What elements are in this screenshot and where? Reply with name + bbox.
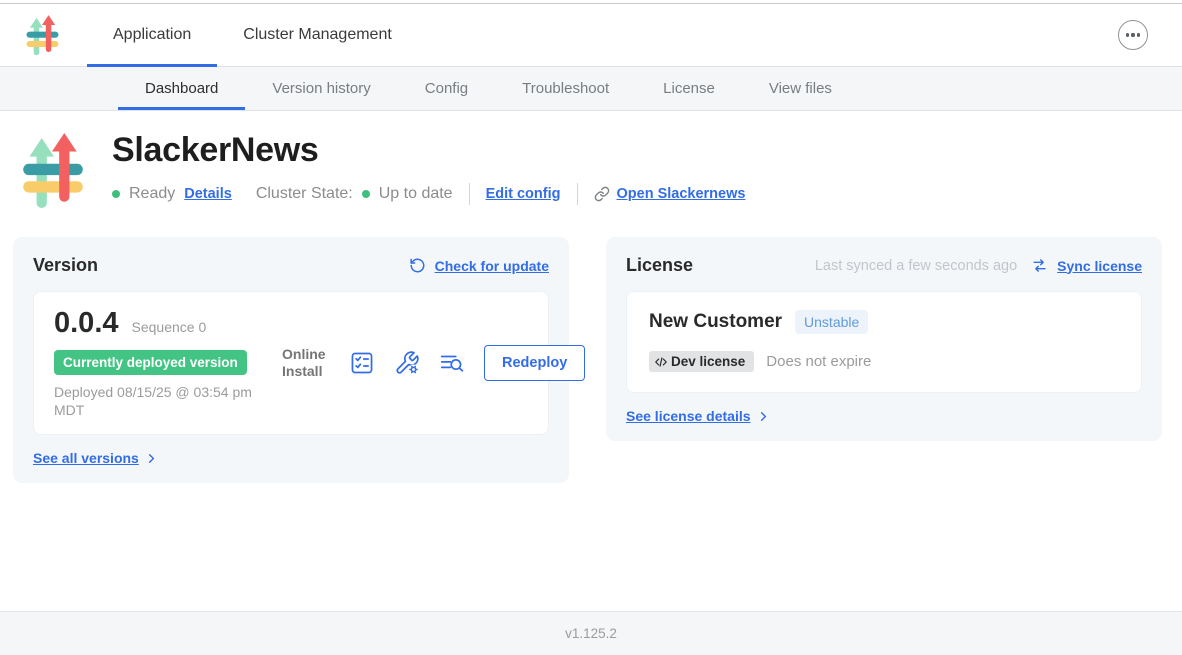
license-type-badge: Dev license	[649, 351, 754, 372]
version-number: 0.0.4	[54, 307, 119, 340]
subnav-dashboard[interactable]: Dashboard	[118, 67, 245, 110]
chevron-right-icon	[145, 452, 158, 465]
edit-config-button[interactable]	[394, 350, 420, 376]
cluster-state-value: Up to date	[379, 185, 453, 203]
install-type-label: Online Install	[282, 346, 330, 381]
page-title: SlackerNews	[112, 131, 745, 170]
divider	[577, 183, 578, 205]
wrench-gear-icon	[394, 350, 420, 376]
top-navbar: Application Cluster Management	[0, 4, 1182, 67]
sync-arrows-icon	[1031, 257, 1048, 274]
see-license-details-link[interactable]: See license details	[626, 408, 751, 424]
deployed-timestamp: Deployed 08/15/25 @ 03:54 pm MDT	[54, 383, 269, 419]
see-all-versions-link[interactable]: See all versions	[33, 450, 139, 466]
open-app-link-label: Open Slackernews	[617, 186, 746, 202]
ellipsis-icon	[1126, 33, 1141, 36]
status-details-link[interactable]: Details	[184, 186, 232, 202]
preflight-checks-button[interactable]	[349, 350, 375, 376]
code-icon	[654, 355, 668, 369]
edit-config-link[interactable]: Edit config	[486, 186, 561, 202]
license-card-title: License	[626, 255, 693, 276]
expiration-text: Does not expire	[766, 353, 871, 370]
customer-name: New Customer	[649, 311, 782, 333]
subnav-troubleshoot[interactable]: Troubleshoot	[495, 67, 636, 110]
current-version-panel: 0.0.4 Sequence 0 Currently deployed vers…	[33, 291, 549, 435]
app-header: SlackerNews Ready Details Cluster State:…	[0, 111, 1182, 209]
redeploy-button[interactable]: Redeploy	[484, 345, 585, 381]
tab-cluster-management[interactable]: Cluster Management	[217, 4, 418, 66]
open-app-link[interactable]: Open Slackernews	[594, 186, 746, 202]
subnav-license[interactable]: License	[636, 67, 742, 110]
checklist-icon	[349, 350, 375, 376]
app-sub-navbar: Dashboard Version history Config Trouble…	[0, 67, 1182, 111]
app-status-dot	[112, 190, 120, 198]
app-status-text: Ready	[129, 185, 175, 203]
last-synced-text: Last synced a few seconds ago	[815, 258, 1017, 274]
deployed-status-badge: Currently deployed version	[54, 350, 247, 375]
version-card: Version Check for update 0.0.4 Sequence …	[13, 237, 569, 483]
version-card-title: Version	[33, 255, 98, 276]
refresh-icon	[409, 257, 426, 274]
divider	[469, 183, 470, 205]
app-logo-large	[22, 133, 84, 209]
view-deploy-logs-button[interactable]	[439, 350, 465, 376]
check-for-update-link[interactable]: Check for update	[435, 258, 549, 274]
more-options-button[interactable]	[1118, 20, 1148, 50]
subnav-version-history[interactable]: Version history	[245, 67, 397, 110]
license-type-label: Dev license	[671, 354, 745, 369]
cluster-state-label: Cluster State:	[256, 185, 353, 203]
chevron-right-icon	[757, 410, 770, 423]
sync-license-link[interactable]: Sync license	[1057, 258, 1142, 274]
slackernews-logo-icon	[26, 15, 59, 56]
dashboard-cards: Version Check for update 0.0.4 Sequence …	[0, 209, 1182, 483]
sequence-label: Sequence 0	[132, 319, 207, 335]
subnav-config[interactable]: Config	[398, 67, 495, 110]
chain-link-icon	[594, 186, 610, 202]
license-card: License Last synced a few seconds ago Sy…	[606, 237, 1162, 441]
slackernews-logo-icon	[22, 133, 84, 209]
cluster-state-dot	[362, 190, 370, 198]
app-logo-small	[26, 15, 59, 56]
license-details-panel: New Customer Unstable Dev license Does n…	[626, 291, 1142, 393]
tab-application[interactable]: Application	[87, 4, 217, 66]
app-status-row: Ready Details Cluster State: Up to date …	[112, 183, 745, 205]
console-version: v1.125.2	[565, 626, 617, 641]
channel-badge: Unstable	[795, 310, 868, 334]
list-search-icon	[439, 350, 465, 376]
footer: v1.125.2	[0, 611, 1182, 655]
subnav-view-files[interactable]: View files	[742, 67, 859, 110]
